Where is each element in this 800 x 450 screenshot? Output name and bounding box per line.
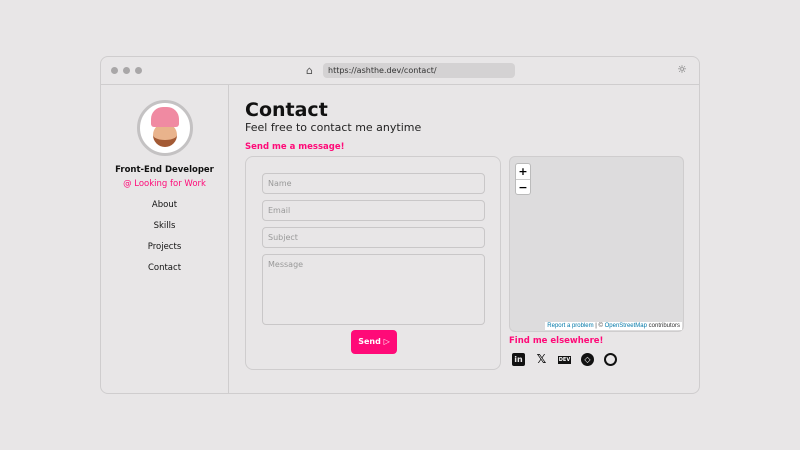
page-subtitle: Feel free to contact me anytime (245, 121, 422, 134)
zoom-out-button[interactable]: − (516, 179, 530, 194)
role-label: Front-End Developer (115, 165, 214, 175)
attr-contrib: contributors (646, 323, 680, 329)
attr-sep: | © (593, 323, 605, 329)
subject-input[interactable]: Subject (262, 227, 485, 248)
form-heading: Send me a message! (245, 142, 345, 152)
url-bar[interactable]: https://ashthe.dev/contact/ (323, 63, 515, 78)
contact-form: Name Email Subject Message Send ▷ (245, 156, 501, 370)
map-attribution: Report a problem | © OpenStreetMap contr… (545, 322, 682, 330)
x-icon[interactable]: 𝕏 (535, 353, 548, 366)
home-icon[interactable]: ⌂ (306, 64, 313, 77)
nav-contact[interactable]: Contact (101, 263, 228, 273)
sidebar: Front-End Developer @ Looking for Work A… (101, 85, 229, 393)
avatar (136, 100, 193, 156)
message-textarea[interactable]: Message (262, 254, 485, 325)
zoom-in-button[interactable]: + (516, 164, 530, 179)
window-dot[interactable] (135, 67, 142, 74)
main-content: Contact Feel free to contact me anytime … (245, 85, 699, 393)
theme-toggle-sun-icon[interactable]: ☼ (677, 63, 687, 76)
social-heading: Find me elsewhere! (509, 336, 604, 346)
browser-toolbar: ⌂ https://ashthe.dev/contact/ ☼ (101, 57, 699, 85)
send-label: Send (358, 337, 381, 346)
report-link[interactable]: Report a problem (547, 323, 593, 329)
name-input[interactable]: Name (262, 173, 485, 194)
linkedin-icon[interactable]: in (512, 353, 525, 366)
window-dot[interactable] (123, 67, 130, 74)
send-icon: ▷ (383, 337, 390, 346)
nav-skills[interactable]: Skills (101, 221, 228, 231)
browser-window: ⌂ https://ashthe.dev/contact/ ☼ Front-En… (100, 56, 700, 394)
map[interactable]: + − Report a problem | © OpenStreetMap co… (509, 156, 684, 332)
github-icon[interactable] (604, 353, 617, 366)
osm-link[interactable]: OpenStreetMap (605, 323, 647, 329)
status-label: @ Looking for Work (123, 179, 206, 189)
page-title: Contact (245, 99, 328, 121)
window-dot[interactable] (111, 67, 118, 74)
codepen-icon[interactable]: ◇ (581, 353, 594, 366)
nav-projects[interactable]: Projects (101, 242, 228, 252)
nav-about[interactable]: About (101, 200, 228, 210)
dev-icon[interactable]: DEV (558, 356, 571, 364)
send-button[interactable]: Send ▷ (351, 330, 397, 354)
email-input[interactable]: Email (262, 200, 485, 221)
